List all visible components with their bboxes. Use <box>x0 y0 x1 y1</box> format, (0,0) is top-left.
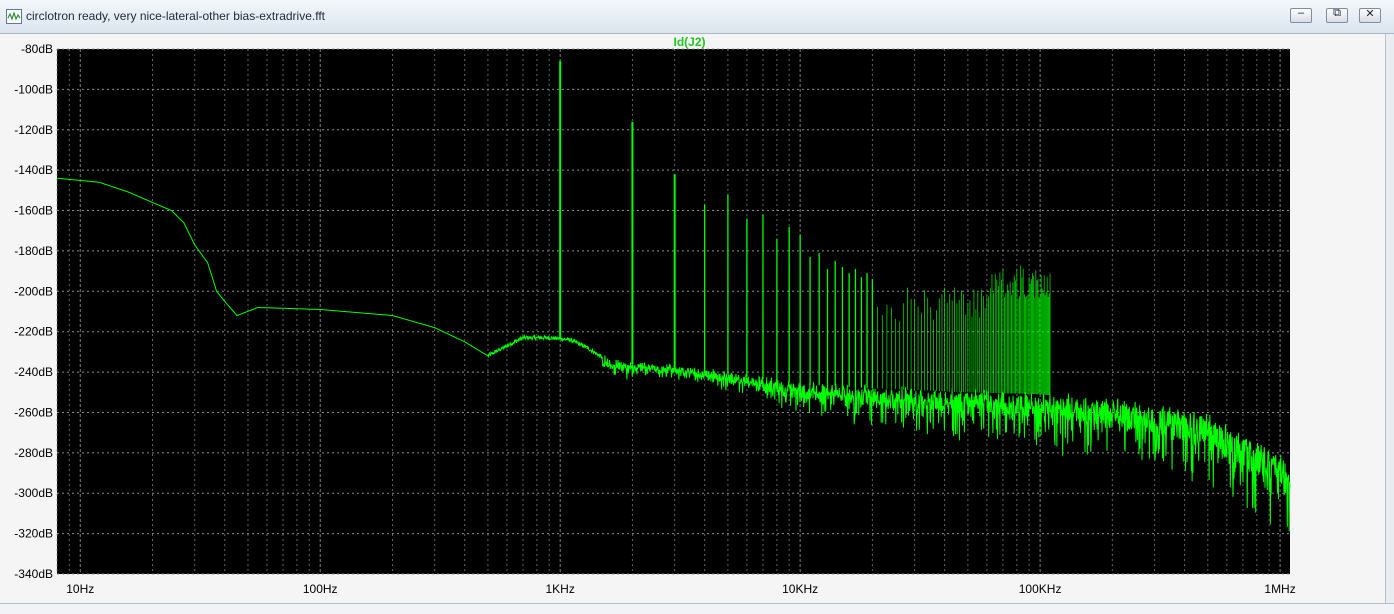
y-tick-label: -120dB <box>14 123 53 137</box>
minimize-button[interactable]: – <box>1290 7 1312 23</box>
y-tick-label: -220dB <box>14 325 53 339</box>
x-axis-margin <box>0 574 1385 603</box>
x-tick-label: 10KHz <box>782 582 818 596</box>
y-tick-label: -200dB <box>14 284 53 298</box>
y-tick-label: -160dB <box>14 204 53 218</box>
title-bar[interactable]: circlotron ready, very nice-lateral-othe… <box>0 0 1394 34</box>
plot-pane[interactable]: -80dB -100dB -120dB -140dB -160dB -180dB -200d… <box>0 34 1385 603</box>
y-tick-label: -320dB <box>14 527 53 541</box>
x-tick-label: 10Hz <box>66 582 94 596</box>
fft-plot[interactable]: -80dB -100dB -120dB -140dB -160dB -180dB -200d… <box>0 34 1385 603</box>
fft-window: circlotron ready, very nice-lateral-othe… <box>0 0 1394 614</box>
y-tick-label: -100dB <box>14 82 53 96</box>
right-margin <box>1290 34 1385 603</box>
bottom-strip <box>0 603 1394 614</box>
y-tick-label: -300dB <box>14 486 53 500</box>
y-tick-label: -260dB <box>14 405 53 419</box>
x-tick-label: 1MHz <box>1264 582 1295 596</box>
close-button[interactable]: ✕ <box>1359 8 1381 23</box>
y-axis-margin <box>0 34 57 603</box>
close-icon: ✕ <box>1365 8 1375 20</box>
chart-title: Id(J2) <box>673 35 705 49</box>
plot-area <box>57 49 1290 574</box>
x-tick-label: 100Hz <box>303 582 338 596</box>
y-tick-label: -80dB <box>21 42 53 56</box>
minimize-icon: – <box>1297 7 1305 19</box>
restore-icon: ⧉ <box>1333 7 1341 19</box>
maximize-button[interactable]: ⧉ <box>1326 7 1348 23</box>
x-tick-label: 100KHz <box>1019 582 1062 596</box>
y-tick-label: -180dB <box>14 244 53 258</box>
y-tick-label: -340dB <box>14 567 53 581</box>
waveform-icon <box>6 9 22 24</box>
y-tick-label: -240dB <box>14 365 53 379</box>
y-tick-label: -280dB <box>14 446 53 460</box>
window-title: circlotron ready, very nice-lateral-othe… <box>26 9 326 23</box>
vertical-scrollbar[interactable] <box>1385 34 1394 603</box>
x-tick-label: 1KHz <box>546 582 575 596</box>
y-tick-label: -140dB <box>14 163 53 177</box>
